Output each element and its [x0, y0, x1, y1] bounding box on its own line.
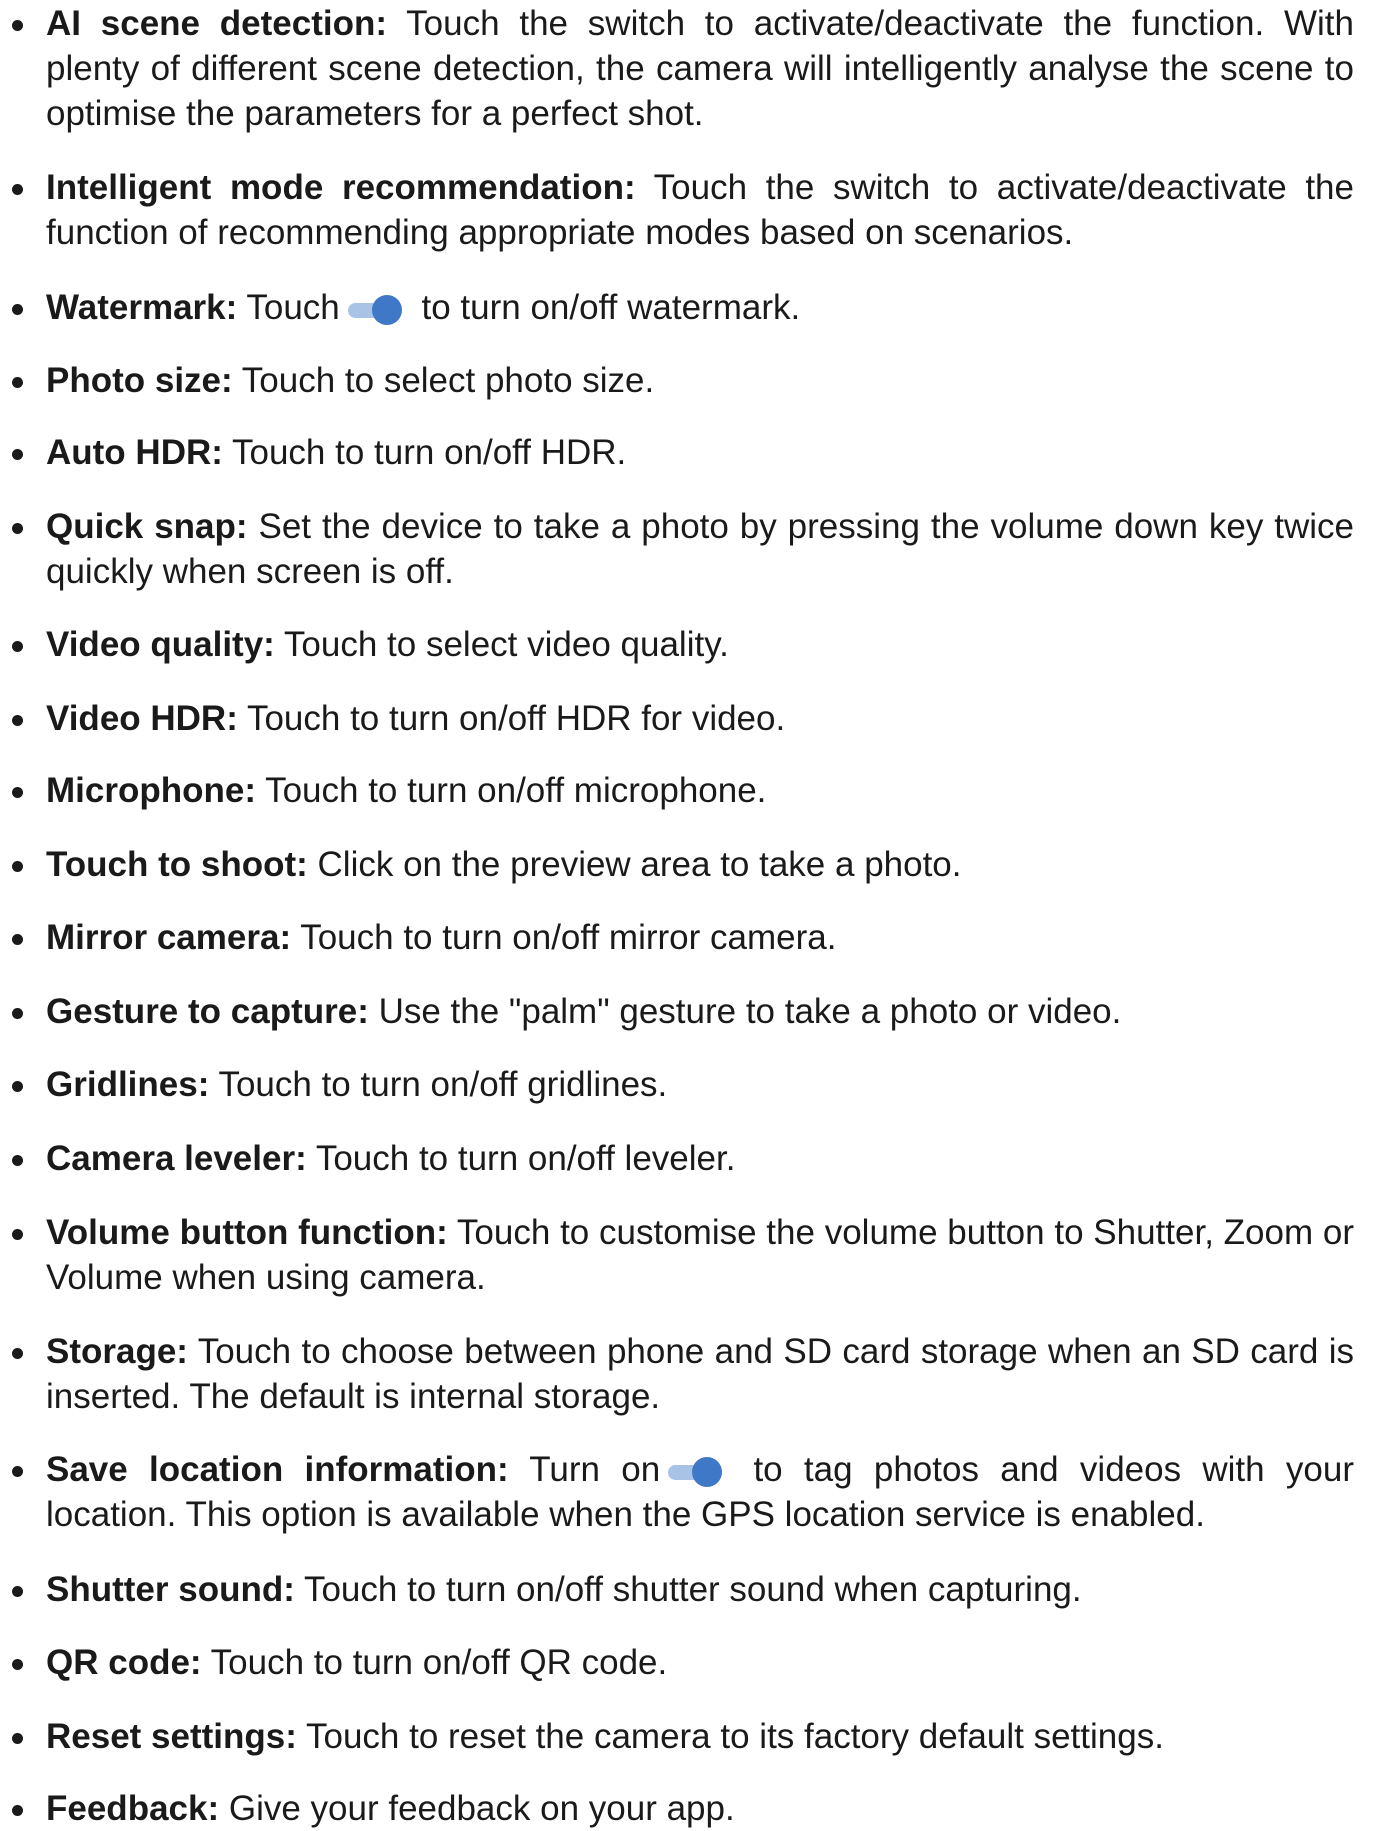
- toggle-on-icon: [666, 1457, 724, 1487]
- bullet: [12, 184, 23, 195]
- list-item: Microphone: Touch to turn on/off microph…: [12, 768, 1354, 813]
- bullet: [12, 304, 23, 315]
- setting-description: Touch to turn on/off leveler.: [306, 1139, 736, 1178]
- bullet: [12, 449, 23, 460]
- setting-description: to turn on/off watermark.: [411, 288, 801, 327]
- list-item: Gesture to capture: Use the "palm" gestu…: [12, 989, 1354, 1034]
- list-item: Feedback: Give your feedback on your app…: [12, 1786, 1354, 1831]
- setting-term: Save location information:: [46, 1450, 509, 1489]
- setting-term: Storage:: [46, 1332, 188, 1371]
- bullet: [12, 1008, 23, 1019]
- setting-description: Touch to turn on/off mirror camera.: [291, 918, 837, 957]
- list-item: Save location information: Turn on to ta…: [12, 1447, 1354, 1537]
- bullet: [12, 861, 23, 872]
- bullet: [12, 787, 23, 798]
- setting-description: Touch to reset the camera to its factory…: [296, 1717, 1164, 1756]
- setting-term: Shutter sound:: [46, 1570, 295, 1609]
- toggle-on-icon: [346, 295, 404, 325]
- bullet: [12, 1733, 23, 1744]
- setting-term: Mirror camera:: [46, 918, 292, 957]
- bullet: [12, 1586, 23, 1597]
- setting-term: Intelligent mode recommendation:: [46, 168, 636, 207]
- list-item: QR code: Touch to turn on/off QR code.: [12, 1640, 1354, 1685]
- setting-term: Gesture to capture:: [46, 992, 369, 1031]
- list-item: Reset settings: Touch to reset the camer…: [12, 1714, 1354, 1759]
- setting-description: Touch to select video quality.: [274, 625, 729, 664]
- setting-term: Feedback:: [46, 1789, 220, 1828]
- setting-description: Touch to turn on/off HDR for video.: [237, 699, 786, 738]
- list-item: Quick snap: Set the device to take a pho…: [12, 504, 1354, 594]
- bullet: [12, 641, 23, 652]
- setting-description: Touch to select photo size.: [232, 361, 655, 400]
- list-item: Storage: Touch to choose between phone a…: [12, 1329, 1354, 1419]
- setting-term: Photo size:: [46, 361, 233, 400]
- list-item: AI scene detection: Touch the switch to …: [12, 1, 1354, 136]
- list-item: Gridlines: Touch to turn on/off gridline…: [12, 1062, 1354, 1107]
- setting-description: Touch to turn on/off gridlines.: [209, 1065, 668, 1104]
- setting-term: Microphone:: [46, 771, 256, 810]
- list-item: Volume button function: Touch to customi…: [12, 1210, 1354, 1300]
- setting-term: Video HDR:: [46, 699, 238, 738]
- setting-term: Touch to shoot:: [46, 845, 308, 884]
- setting-term: Watermark:: [46, 288, 238, 327]
- setting-term: AI scene detection:: [46, 4, 388, 43]
- bullet: [12, 1466, 23, 1477]
- list-item: Shutter sound: Touch to turn on/off shut…: [12, 1567, 1354, 1612]
- list-item: Photo size: Touch to select photo size.: [12, 358, 1354, 403]
- setting-description: Touch to turn on/off HDR.: [222, 433, 627, 472]
- setting-term: Video quality:: [46, 625, 275, 664]
- setting-term: Camera leveler:: [46, 1139, 307, 1178]
- bullet: [12, 1805, 23, 1816]
- setting-description: Give your feedback on your app.: [219, 1789, 735, 1828]
- list-item: Intelligent mode recommendation: Touch t…: [12, 165, 1354, 255]
- setting-description: Touch: [237, 288, 340, 327]
- setting-description: Touch to turn on/off microphone.: [255, 771, 767, 810]
- bullet: [12, 934, 23, 945]
- setting-term: Volume button function:: [46, 1213, 448, 1252]
- bullet: [12, 1229, 23, 1240]
- list-item: Video HDR: Touch to turn on/off HDR for …: [12, 696, 1354, 741]
- setting-term: Auto HDR:: [46, 433, 223, 472]
- bullet: [12, 523, 23, 534]
- setting-description: Click on the preview area to take a phot…: [307, 845, 962, 884]
- setting-term: Quick snap:: [46, 507, 248, 546]
- setting-term: Reset settings:: [46, 1717, 297, 1756]
- bullet: [12, 377, 23, 388]
- setting-description: Touch to turn on/off QR code.: [201, 1643, 668, 1682]
- setting-description: Use the "palm" gesture to take a photo o…: [368, 992, 1122, 1031]
- bullet: [12, 1348, 23, 1359]
- bullet: [12, 715, 23, 726]
- list-item: Auto HDR: Touch to turn on/off HDR.: [12, 430, 1354, 475]
- setting-term: QR code:: [46, 1643, 202, 1682]
- setting-description: Turn on: [508, 1450, 661, 1489]
- list-item: Mirror camera: Touch to turn on/off mirr…: [12, 915, 1354, 960]
- setting-description: Touch to turn on/off shutter sound when …: [294, 1570, 1082, 1609]
- setting-description: Touch to choose between phone and SD car…: [46, 1332, 1354, 1416]
- bullet: [12, 1081, 23, 1092]
- list-item: Watermark: Touch to turn on/off watermar…: [12, 285, 1354, 330]
- setting-term: Gridlines:: [46, 1065, 210, 1104]
- bullet: [12, 20, 23, 31]
- bullet: [12, 1659, 23, 1670]
- list-item: Camera leveler: Touch to turn on/off lev…: [12, 1136, 1354, 1181]
- list-item: Video quality: Touch to select video qua…: [12, 622, 1354, 667]
- list-item: Touch to shoot: Click on the preview are…: [12, 842, 1354, 887]
- bullet: [12, 1155, 23, 1166]
